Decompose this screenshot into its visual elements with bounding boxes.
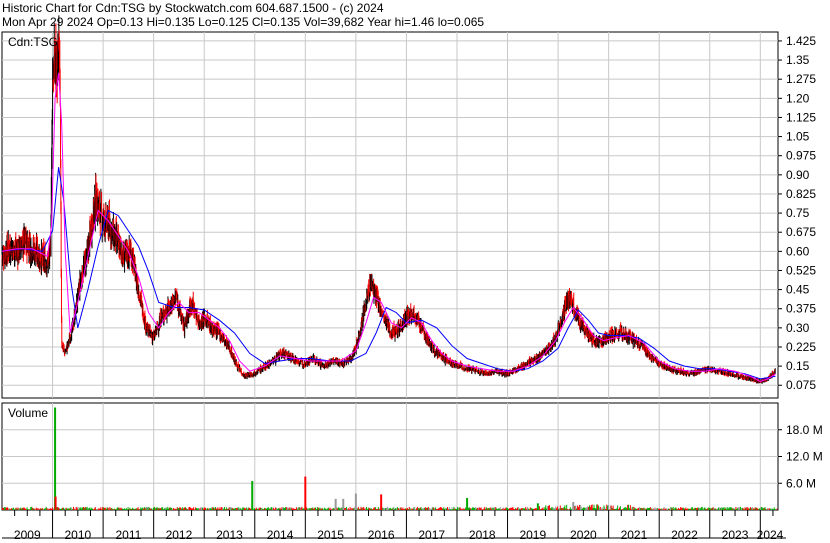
- x-axis: 2009 2010 2011 2012 2013 2014 2015 2016 2017 2018…: [2, 510, 786, 542]
- x-tick-label: 2020: [570, 528, 597, 542]
- volume-y-axis: 18.0 M 12.0 M 6.0 M: [778, 423, 823, 490]
- x-tick-label: 2011: [115, 528, 141, 542]
- x-tick-label: 2013: [216, 528, 243, 542]
- x-tick-label: 2023: [722, 528, 749, 542]
- price-tick-label: 0.525: [786, 263, 816, 277]
- price-tick-label: 0.075: [786, 378, 816, 392]
- x-tick-label: 2010: [64, 528, 91, 542]
- x-tick-label: 2018: [469, 528, 496, 542]
- volume-panel: 18.0 M 12.0 M 6.0 M Volume: [1, 402, 823, 511]
- x-tick-label: 2016: [368, 528, 395, 542]
- volume-tick-label: 12.0 M: [786, 450, 823, 464]
- price-tick-label: 0.45: [786, 283, 810, 297]
- price-tick-label: 1.125: [786, 110, 816, 124]
- volume-label: Volume: [8, 406, 48, 420]
- x-tick-label: 2012: [166, 528, 193, 542]
- price-tick-label: 0.975: [786, 149, 816, 163]
- x-tick-label: 2024: [757, 528, 784, 542]
- volume-tick-label: 6.0 M: [786, 476, 816, 490]
- x-tick-label: 2022: [671, 528, 698, 542]
- price-panel-frame: [1, 31, 779, 399]
- x-tick-label: 2009: [14, 528, 41, 542]
- price-tick-label: 0.675: [786, 225, 816, 239]
- x-tick-label: 2019: [519, 528, 546, 542]
- x-tick-label: 2014: [267, 528, 294, 542]
- price-tick-label: 1.05: [786, 130, 810, 144]
- price-tick-label: 0.60: [786, 244, 810, 258]
- stock-chart: 1.425 1.35 1.275 1.20 1.125 1.05 0.975 0.90 0.82…: [1, 15, 823, 542]
- price-tick-label: 1.275: [786, 72, 816, 86]
- x-tick-label: 2021: [621, 528, 648, 542]
- symbol-label: Cdn:TSG: [8, 35, 58, 49]
- volume-tick-label: 18.0 M: [786, 423, 823, 437]
- price-y-axis: 1.425 1.35 1.275 1.20 1.125 1.05 0.975 0.90 0.82…: [778, 34, 816, 392]
- price-tick-label: 1.35: [786, 53, 810, 67]
- price-tick-label: 1.425: [786, 34, 816, 48]
- price-tick-label: 0.15: [786, 359, 810, 373]
- price-tick-label: 0.30: [786, 321, 810, 335]
- price-tick-label: 1.20: [786, 91, 810, 105]
- x-tick-label: 2017: [418, 528, 445, 542]
- price-panel: 1.425 1.35 1.275 1.20 1.125 1.05 0.975 0.90 0.82…: [1, 15, 816, 399]
- x-tick-label: 2015: [317, 528, 344, 542]
- price-tick-label: 0.90: [786, 168, 810, 182]
- price-tick-label: 0.75: [786, 206, 810, 220]
- price-tick-label: 0.825: [786, 187, 816, 201]
- price-tick-label: 0.225: [786, 340, 816, 354]
- price-tick-label: 0.375: [786, 302, 816, 316]
